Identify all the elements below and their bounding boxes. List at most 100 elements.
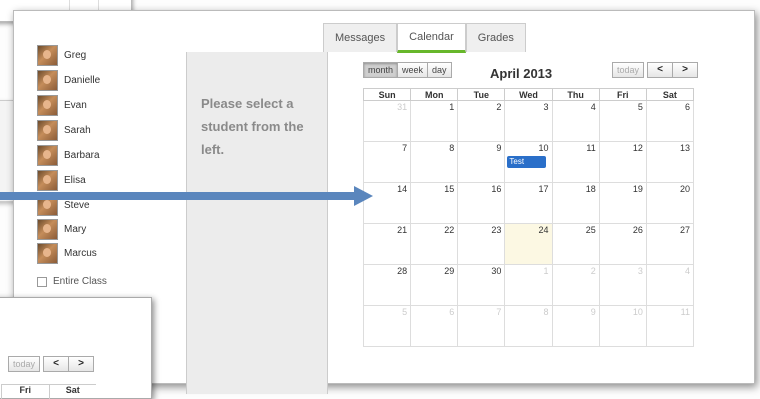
instruction-text: Please select a student from the left.: [201, 96, 304, 157]
avatar: [37, 119, 58, 141]
weekday-header: Sat: [645, 88, 695, 101]
student-name: Marcus: [64, 247, 97, 259]
calendar-day-cell[interactable]: 9: [551, 305, 600, 347]
student-item-elisa[interactable]: Elisa: [37, 169, 86, 191]
student-item-danielle[interactable]: Danielle: [37, 69, 100, 91]
calendar-day-cell[interactable]: 8: [504, 305, 553, 347]
calendar-event[interactable]: Test Event: [507, 156, 546, 178]
calendar-day-cell[interactable]: 2: [457, 100, 506, 142]
annotation-arrow-head: [354, 186, 373, 206]
calendar-grid: Sun Mon Tue Wed Thu Fri Sat 31 1 2 3 4 5…: [362, 88, 695, 347]
calendar-day-cell[interactable]: 31: [362, 100, 412, 142]
avatar: [37, 242, 58, 264]
calendar-day-cell[interactable]: 11: [645, 305, 695, 347]
calendar-day-cell[interactable]: 17: [504, 182, 553, 224]
calendar-title: April 2013: [490, 66, 553, 81]
week-view-button[interactable]: week: [398, 62, 429, 78]
annotation-arrow-shaft: [0, 192, 355, 200]
student-name: Mary: [64, 223, 87, 235]
calendar-day-cell-with-event[interactable]: 10 Test Event: [504, 141, 553, 183]
overlap-next-button[interactable]: >: [69, 356, 94, 372]
today-button[interactable]: today: [612, 62, 645, 78]
calendar-day-cell[interactable]: 22: [410, 223, 459, 265]
weekday-header: Mon: [410, 88, 459, 101]
calendar-day-cell[interactable]: 16: [457, 182, 506, 224]
calendar-week: 21 22 23 24 25 26 27: [362, 223, 695, 265]
entire-class-checkbox[interactable]: [37, 276, 47, 287]
calendar-day-cell[interactable]: 23: [457, 223, 506, 265]
tab-bar: Messages Calendar Grades: [323, 23, 526, 53]
student-item-sarah[interactable]: Sarah: [37, 119, 91, 141]
student-name: Evan: [64, 99, 87, 111]
calendar-day-cell[interactable]: 29: [410, 264, 459, 306]
calendar-day-cell[interactable]: 3: [598, 264, 647, 306]
overlap-prev-button[interactable]: <: [43, 356, 69, 372]
calendar-day-cell[interactable]: 18: [551, 182, 600, 224]
student-name: Danielle: [64, 74, 101, 86]
calendar-day-cell[interactable]: 5: [362, 305, 412, 347]
student-item-mary[interactable]: Mary: [37, 218, 86, 240]
student-item-greg[interactable]: Greg: [37, 44, 86, 66]
calendar-day-cell[interactable]: 30: [457, 264, 506, 306]
calendar-day-cell[interactable]: 3: [504, 100, 553, 142]
day-view-button[interactable]: day: [428, 62, 452, 78]
weekday-header: Thu: [551, 88, 600, 101]
student-item-evan[interactable]: Evan: [37, 94, 87, 116]
weekday-header: Tue: [457, 88, 506, 101]
weekday-header: Fri: [1, 385, 49, 399]
tab-messages[interactable]: Messages: [323, 23, 398, 52]
calendar-day-cell[interactable]: 1: [504, 264, 553, 306]
calendar-day-cell[interactable]: 12: [598, 141, 647, 183]
calendar-day-cell[interactable]: 7: [457, 305, 506, 347]
entire-class-option[interactable]: Entire Class: [37, 276, 107, 287]
calendar-day-cell[interactable]: 2: [551, 264, 600, 306]
calendar-day-cell[interactable]: 10: [598, 305, 647, 347]
calendar-day-cell[interactable]: 20: [645, 182, 695, 224]
tab-grades[interactable]: Grades: [465, 23, 526, 52]
calendar-day-cell[interactable]: 4: [645, 264, 695, 306]
calendar-day-cell[interactable]: 9: [457, 141, 506, 183]
instruction-panel: Please select a student from the left.: [186, 52, 328, 394]
weekday-header: Wed: [504, 88, 553, 101]
calendar-day-cell[interactable]: 11: [551, 141, 600, 183]
avatar: [37, 94, 58, 116]
tab-calendar[interactable]: Calendar: [397, 23, 466, 53]
avatar: [37, 218, 58, 240]
student-item-barbara[interactable]: Barbara: [37, 144, 100, 166]
calendar-day-cell[interactable]: 4: [551, 100, 600, 142]
month-view-button[interactable]: month: [363, 62, 399, 78]
calendar-day-cell[interactable]: 6: [645, 100, 695, 142]
calendar-day-cell[interactable]: 5: [598, 100, 647, 142]
avatar: [37, 169, 58, 191]
calendar-day-cell-today[interactable]: 24: [504, 223, 553, 265]
avatar: [37, 144, 58, 166]
calendar-day-cell[interactable]: 1: [410, 100, 459, 142]
calendar-day-cell[interactable]: 27: [645, 223, 695, 265]
avatar: [37, 69, 58, 91]
calendar-week: 31 1 2 3 4 5 6: [362, 100, 695, 142]
calendar-day-cell[interactable]: 19: [598, 182, 647, 224]
student-name: Barbara: [64, 149, 100, 161]
calendar-day-cell[interactable]: 21: [362, 223, 412, 265]
prev-month-button[interactable]: <: [647, 62, 673, 78]
calendar-day-cell[interactable]: 28: [362, 264, 412, 306]
calendar-day-cell[interactable]: 13: [645, 141, 695, 183]
day-number: 10: [538, 143, 549, 153]
calendar-day-cell[interactable]: 8: [410, 141, 459, 183]
next-month-button[interactable]: >: [673, 62, 698, 78]
student-name: Sarah: [64, 124, 91, 136]
student-item-marcus[interactable]: Marcus: [37, 242, 97, 264]
entire-class-label: Entire Class: [53, 276, 107, 287]
student-name: Greg: [64, 49, 87, 61]
calendar-day-cell[interactable]: 26: [598, 223, 647, 265]
calendar-week: 5 6 7 8 9 10 11: [362, 305, 695, 347]
calendar-day-cell[interactable]: 6: [410, 305, 459, 347]
calendar-week: 28 29 30 1 2 3 4: [362, 264, 695, 306]
calendar-day-cell[interactable]: 25: [551, 223, 600, 265]
calendar-nav: < >: [647, 62, 698, 78]
weekday-header: Sat: [48, 385, 97, 399]
calendar-day-cell[interactable]: 7: [362, 141, 412, 183]
calendar-day-cell[interactable]: 15: [410, 182, 459, 224]
calendar-week: 14 15 16 17 18 19 20: [362, 182, 695, 224]
overlap-today-button[interactable]: today: [8, 356, 41, 372]
